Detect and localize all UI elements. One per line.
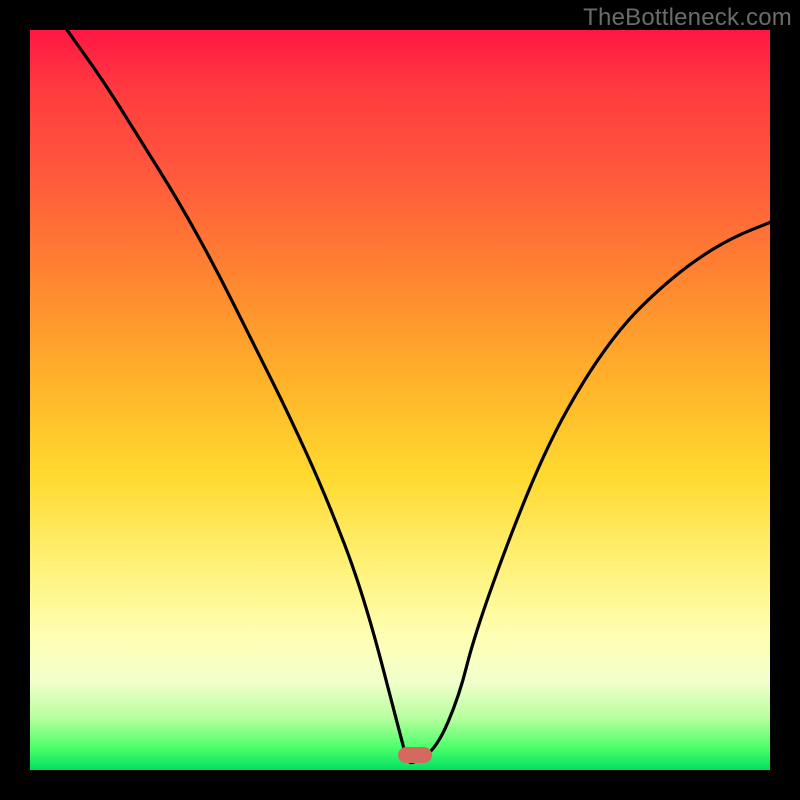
optimum-marker xyxy=(398,747,432,763)
chart-frame: TheBottleneck.com xyxy=(0,0,800,800)
watermark-text: TheBottleneck.com xyxy=(583,4,792,32)
curve-svg xyxy=(30,30,770,770)
bottleneck-curve-path xyxy=(67,30,770,763)
plot-area xyxy=(30,30,770,770)
